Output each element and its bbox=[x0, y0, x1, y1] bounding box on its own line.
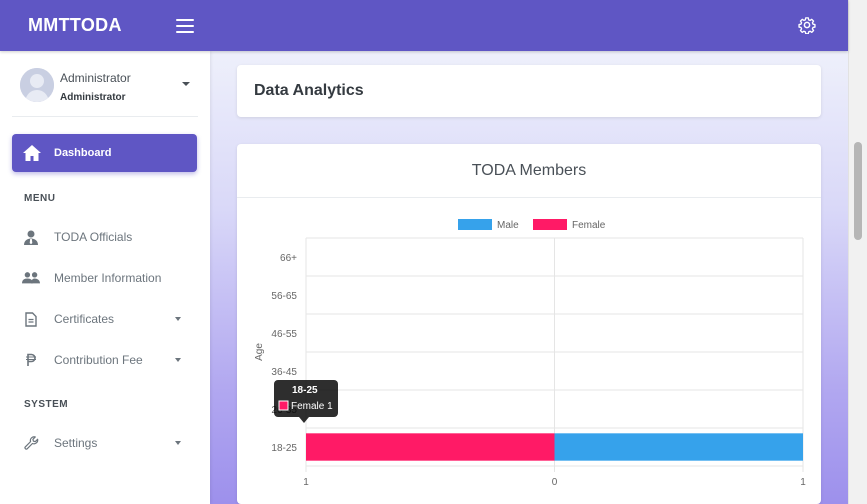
gear-icon[interactable] bbox=[798, 16, 816, 34]
menu-section-header: MENU bbox=[24, 193, 56, 204]
avatar bbox=[20, 68, 54, 102]
main-content: Data Analytics TODA Members Male Female 66… bbox=[210, 51, 848, 504]
y-tick-label: 46-55 bbox=[271, 329, 297, 340]
users-icon bbox=[22, 270, 40, 286]
caret-down-icon[interactable] bbox=[182, 82, 190, 86]
tooltip-label: Female 1 bbox=[291, 401, 333, 412]
user-tie-icon bbox=[22, 229, 40, 245]
legend-swatch bbox=[458, 219, 492, 230]
scrollbar-thumb[interactable] bbox=[854, 142, 862, 240]
page-title-card: Data Analytics bbox=[237, 65, 821, 117]
top-navbar: MMTTODA bbox=[0, 0, 848, 51]
tooltip-arrow bbox=[299, 417, 309, 423]
system-section-header: SYSTEM bbox=[24, 399, 69, 410]
x-tick-label: 1 bbox=[800, 477, 806, 488]
sidebar-item-contribution-fee[interactable]: Contribution Fee bbox=[12, 345, 197, 375]
brand-logo[interactable]: MMTTODA bbox=[28, 15, 176, 36]
y-tick-label: 66+ bbox=[280, 253, 297, 264]
sidebar: Administrator Administrator Dashboard ME… bbox=[0, 51, 210, 504]
members-chart: MaleFemale66+56-6546-5536-4526-3518-2510… bbox=[254, 219, 806, 488]
x-tick-label: 0 bbox=[552, 477, 558, 488]
file-icon bbox=[22, 311, 40, 327]
tooltip-swatch bbox=[278, 400, 289, 411]
y-tick-label: 18-25 bbox=[271, 443, 297, 454]
y-tick-label: 36-45 bbox=[271, 367, 297, 378]
sidebar-item-dashboard[interactable]: Dashboard bbox=[12, 134, 197, 172]
menu-toggle-icon[interactable] bbox=[176, 18, 194, 33]
x-tick-label: 1 bbox=[303, 477, 309, 488]
caret-down-icon bbox=[175, 441, 181, 445]
bar-female bbox=[306, 433, 555, 461]
sidebar-item-member-information[interactable]: Member Information bbox=[12, 263, 197, 293]
sidebar-item-toda-officials[interactable]: TODA Officials bbox=[12, 222, 197, 252]
page-title: Data Analytics bbox=[254, 82, 364, 99]
sidebar-item-label: Member Information bbox=[54, 271, 162, 285]
user-name: Administrator bbox=[60, 71, 131, 85]
wrench-icon bbox=[22, 435, 40, 451]
user-role: Administrator bbox=[60, 92, 126, 103]
y-tick-label: 56-65 bbox=[271, 291, 297, 302]
peso-icon bbox=[22, 352, 40, 368]
y-axis-title: Age bbox=[254, 343, 265, 361]
chart-card-title: TODA Members bbox=[471, 161, 587, 179]
sidebar-item-label: Certificates bbox=[54, 312, 115, 326]
chart-card: TODA Members Male Female 66+ 56-65 46-55 36-4… bbox=[237, 144, 821, 504]
sidebar-item-label: Contribution Fee bbox=[54, 353, 143, 367]
chart-card-header: TODA Members bbox=[237, 144, 821, 198]
caret-down-icon bbox=[175, 358, 181, 362]
sidebar-item-settings[interactable]: Settings bbox=[12, 428, 197, 458]
legend-swatch bbox=[533, 219, 567, 230]
vertical-scrollbar[interactable] bbox=[848, 0, 867, 504]
sidebar-item-label: TODA Officials bbox=[54, 230, 133, 244]
legend-label: Male bbox=[497, 220, 519, 231]
user-panel[interactable]: Administrator Administrator bbox=[12, 51, 198, 117]
caret-down-icon bbox=[175, 317, 181, 321]
sidebar-item-certificates[interactable]: Certificates bbox=[12, 304, 197, 334]
sidebar-item-label: Dashboard bbox=[54, 147, 112, 159]
home-icon bbox=[23, 145, 41, 161]
legend-label: Female bbox=[572, 220, 606, 231]
bar-male bbox=[554, 433, 803, 461]
tooltip-title: 18-25 bbox=[292, 385, 318, 396]
sidebar-item-label: Settings bbox=[54, 436, 98, 450]
user-avatar-icon bbox=[20, 68, 54, 102]
